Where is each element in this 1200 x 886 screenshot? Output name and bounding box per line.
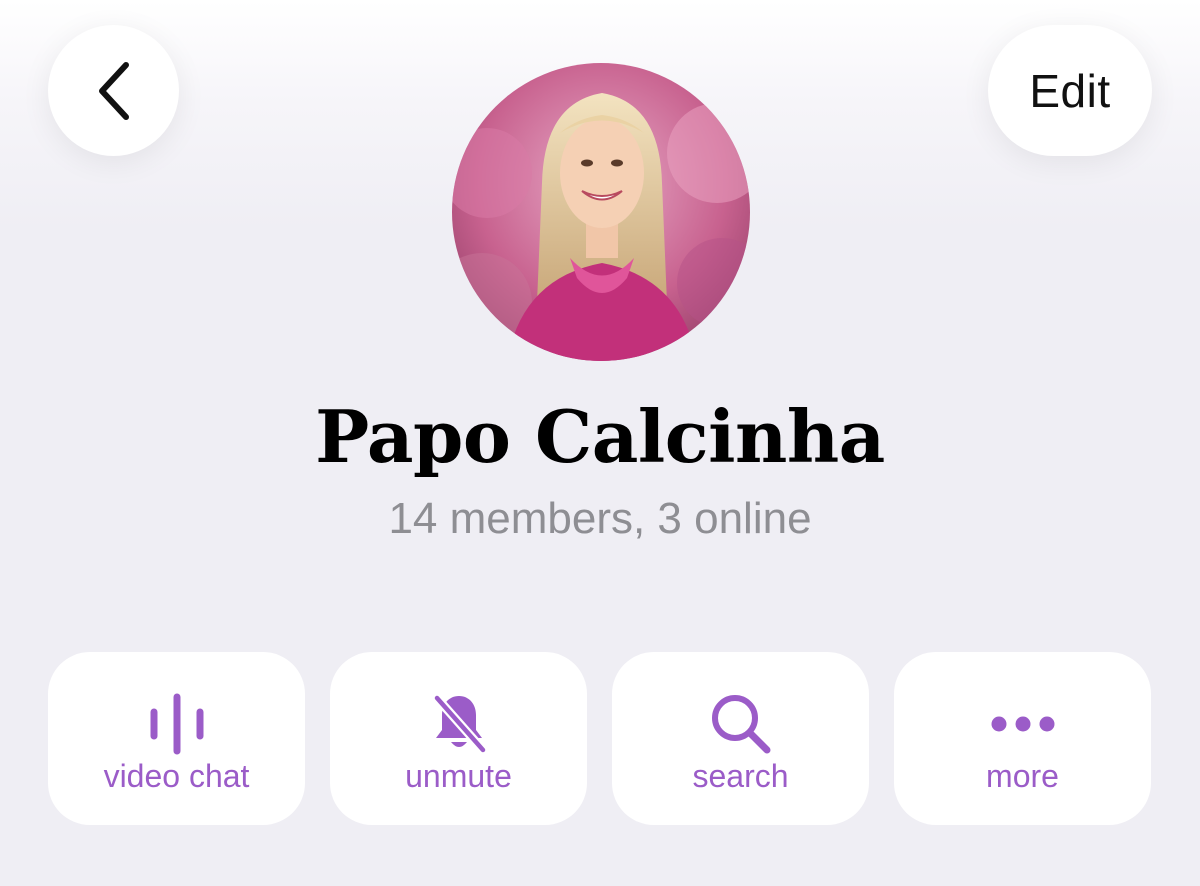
more-button[interactable]: more — [894, 652, 1151, 825]
unmute-label: unmute — [405, 758, 512, 794]
bell-slash-icon — [432, 693, 487, 755]
unmute-button[interactable]: unmute — [330, 652, 587, 825]
chevron-left-icon — [98, 61, 129, 120]
edit-button[interactable]: Edit — [988, 25, 1152, 156]
video-chat-button[interactable]: video chat — [48, 652, 305, 825]
more-label: more — [986, 758, 1059, 794]
group-avatar[interactable] — [452, 63, 750, 361]
search-button[interactable]: search — [612, 652, 869, 825]
search-label: search — [692, 758, 789, 794]
group-name: Papo Calcinha — [315, 394, 885, 479]
voice-chat-icon — [150, 693, 203, 755]
back-button[interactable] — [48, 25, 179, 156]
search-icon — [711, 695, 770, 754]
video-chat-label: video chat — [103, 758, 250, 794]
more-dots-icon — [991, 716, 1054, 732]
member-status: 14 members, 3 online — [388, 494, 812, 543]
